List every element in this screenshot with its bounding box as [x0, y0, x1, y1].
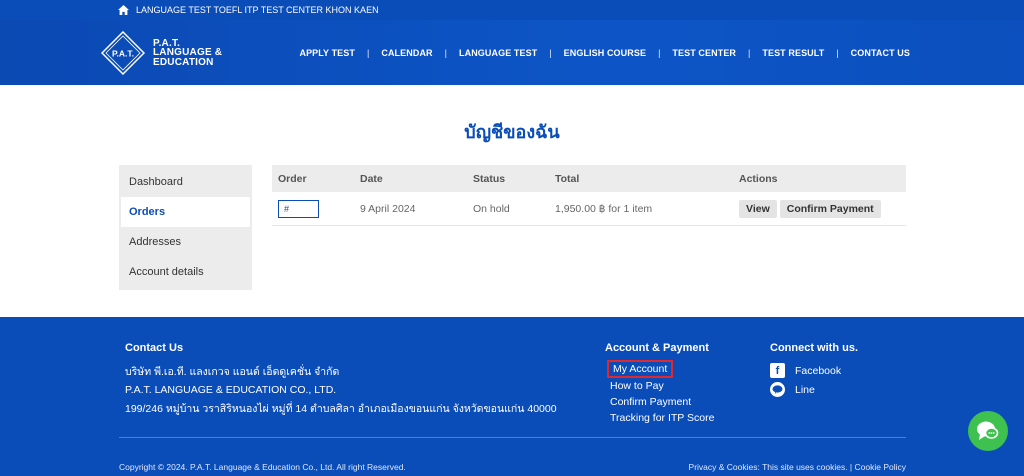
nav-contact-us[interactable]: CONTACT US: [851, 48, 910, 58]
nav-apply-test[interactable]: APPLY TEST: [299, 48, 355, 58]
confirm-payment-button[interactable]: Confirm Payment: [779, 199, 881, 218]
sidebar-item-addresses[interactable]: Addresses: [121, 227, 250, 257]
company-address: 199/246 หมู่บ้าน วราสิริหนองไผ่ หมู่ที่ …: [125, 403, 557, 415]
nav-language-test[interactable]: LANGUAGE TEST: [459, 48, 537, 58]
nav-separator: |: [367, 47, 370, 58]
my-account-link[interactable]: My Account: [606, 360, 674, 378]
how-to-pay-link[interactable]: How to Pay: [610, 380, 714, 392]
chat-button[interactable]: [968, 411, 1008, 451]
nav-english-course[interactable]: ENGLISH COURSE: [564, 48, 646, 58]
nav-test-center[interactable]: TEST CENTER: [672, 48, 736, 58]
header-status: Status: [473, 172, 506, 185]
nav-separator: |: [748, 47, 751, 58]
header-date: Date: [360, 172, 383, 185]
tracking-itp-score-link[interactable]: Tracking for ITP Score: [610, 412, 714, 424]
sidebar-item-orders[interactable]: Orders: [121, 197, 250, 227]
sidebar-item-dashboard[interactable]: Dashboard: [121, 167, 250, 197]
table-row: # 9 April 2024 On hold 1,950.00 ฿ for 1 …: [272, 192, 906, 226]
site-logo[interactable]: P.A.T. P.A.T. LANGUAGE & EDUCATION: [101, 31, 222, 75]
facebook-label: Facebook: [795, 364, 842, 377]
line-label: Line: [795, 383, 815, 396]
footer-contact: Contact Us บริษัท พี.เอ.ที. แลงเกวจ แอนด…: [125, 342, 557, 421]
company-english-name: P.A.T. LANGUAGE & EDUCATION CO., LTD.: [125, 384, 337, 396]
svg-text:P.A.T.: P.A.T.: [112, 49, 134, 59]
top-bar: LANGUAGE TEST TOEFL ITP TEST CENTER KHON…: [0, 0, 1024, 20]
page-title: บัญชีของฉัน: [464, 122, 560, 142]
home-icon[interactable]: [118, 5, 129, 15]
site-header: P.A.T. P.A.T. LANGUAGE & EDUCATION APPLY…: [0, 20, 1024, 85]
footer-contact-title: Contact Us: [125, 342, 184, 354]
table-header: Order Date Status Total Actions: [272, 165, 906, 192]
facebook-link[interactable]: f Facebook: [770, 363, 858, 378]
nav-separator: |: [836, 47, 839, 58]
brand-name: P.A.T. LANGUAGE & EDUCATION: [153, 39, 222, 68]
header-order: Order: [278, 172, 307, 185]
facebook-icon: f: [770, 363, 785, 378]
nav-separator: |: [658, 47, 661, 58]
order-total: 1,950.00 ฿ for 1 item: [555, 202, 653, 215]
header-total: Total: [555, 172, 580, 185]
account-sidebar: Dashboard Orders Addresses Account detai…: [119, 165, 252, 290]
company-thai-name: บริษัท พี.เอ.ที. แลงเกวจ แอนด์ เอ็ดดูเคช…: [125, 366, 340, 378]
nav-test-result[interactable]: TEST RESULT: [762, 48, 824, 58]
order-cell: #: [272, 199, 360, 218]
order-status: On hold: [473, 202, 510, 215]
line-link[interactable]: Line: [770, 382, 858, 397]
line-icon: [770, 382, 785, 397]
sidebar-item-account-details[interactable]: Account details: [121, 257, 250, 287]
view-button[interactable]: View: [739, 199, 777, 218]
brand-line-3: EDUCATION: [153, 56, 214, 68]
order-number-link[interactable]: #: [278, 199, 319, 218]
nav-calendar[interactable]: CALENDAR: [381, 48, 432, 58]
order-date: 9 April 2024: [360, 202, 416, 215]
site-footer: Contact Us บริษัท พี.เอ.ที. แลงเกวจ แอนด…: [0, 317, 1024, 476]
header-actions: Actions: [739, 172, 778, 185]
order-actions: View Confirm Payment: [739, 199, 906, 218]
footer-connect: Connect with us. f Facebook Line: [770, 342, 858, 401]
nav-separator: |: [549, 47, 552, 58]
footer-account-payment: Account & Payment My Account How to Pay …: [605, 342, 714, 428]
cookie-policy-link[interactable]: Privacy & Cookies: This site uses cookie…: [689, 462, 906, 472]
confirm-payment-link[interactable]: Confirm Payment: [610, 396, 714, 408]
footer-divider: [119, 437, 906, 438]
nav-separator: |: [444, 47, 447, 58]
main-nav: APPLY TEST | CALENDAR | LANGUAGE TEST | …: [299, 20, 910, 85]
chat-bubble-icon: [977, 421, 999, 440]
copyright-text: Copyright © 2024. P.A.T. Language & Educ…: [119, 462, 406, 472]
footer-account-title: Account & Payment: [605, 342, 709, 354]
top-bar-text[interactable]: LANGUAGE TEST TOEFL ITP TEST CENTER KHON…: [136, 5, 379, 15]
footer-connect-title: Connect with us.: [770, 342, 858, 354]
orders-table: Order Date Status Total Actions # 9 Apri…: [272, 165, 906, 226]
logo-diamond-icon: P.A.T.: [101, 31, 145, 75]
